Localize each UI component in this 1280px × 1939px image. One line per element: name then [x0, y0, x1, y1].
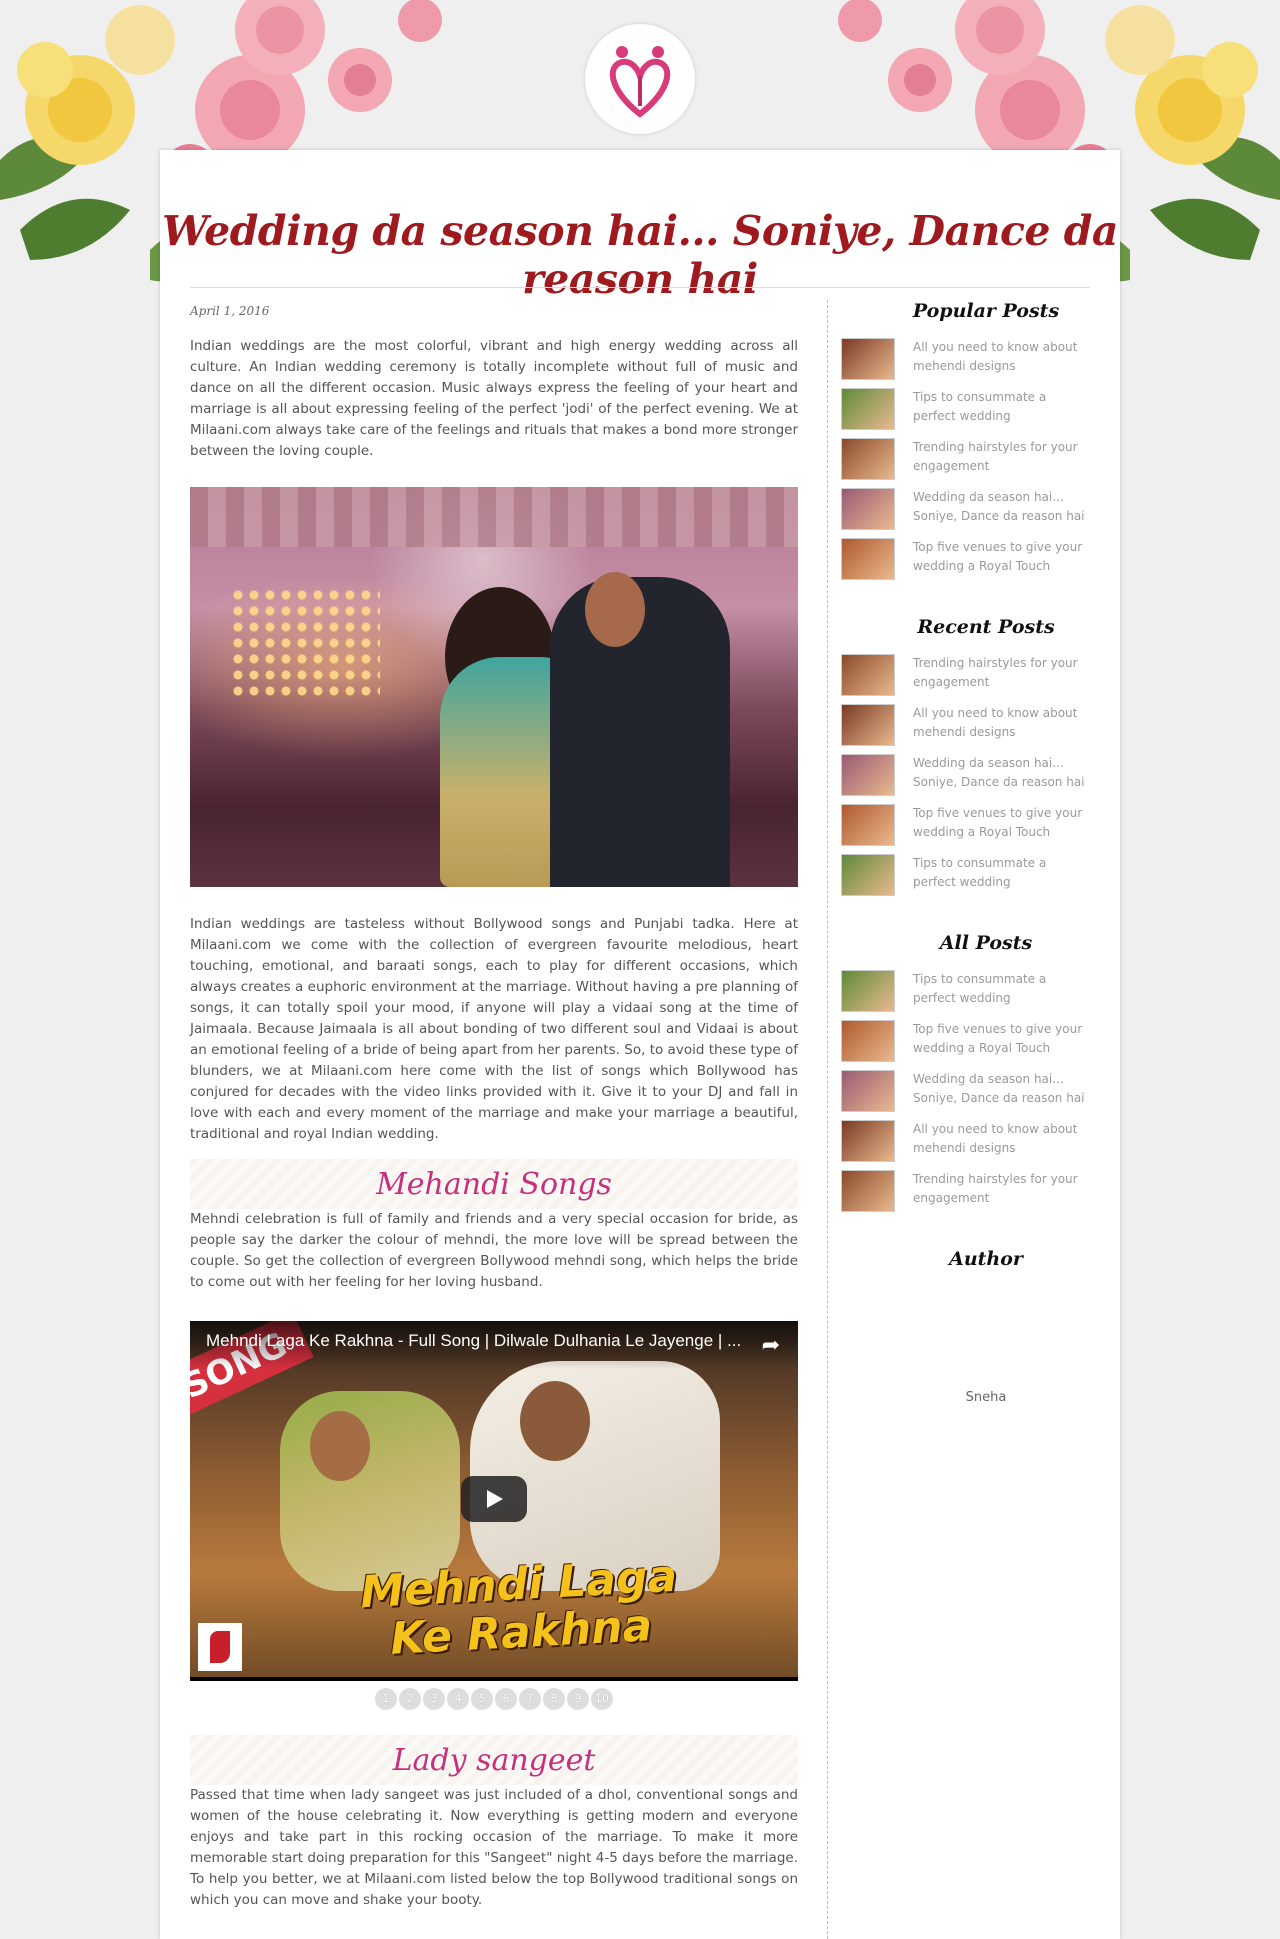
sidebar-post-item[interactable]: Top five venues to give your wedding a R… [841, 1020, 1091, 1070]
post-thumbnail[interactable] [841, 1020, 895, 1062]
video-title-link[interactable]: Mehndi Laga Ke Rakhna - Full Song | Dilw… [190, 1321, 798, 1369]
pager-page-5[interactable]: 5 [471, 1688, 493, 1710]
couple-dance-photo [190, 487, 798, 887]
pager-page-8[interactable]: 8 [543, 1688, 565, 1710]
author-name[interactable]: Sneha [881, 1390, 1091, 1405]
sidebar-post-link[interactable]: Tips to consummate a perfect wedding [913, 388, 1088, 426]
sidebar-post-link[interactable]: Trending hairstyles for your engagement [913, 438, 1088, 476]
pager-page-4[interactable]: 4 [447, 1688, 469, 1710]
intro-paragraph: Indian weddings are the most colorful, v… [190, 338, 798, 459]
pager-page-10[interactable]: 10 [591, 1688, 613, 1710]
sidebar-post-item[interactable]: Tips to consummate a perfect wedding [841, 388, 1091, 438]
popular-posts-widget: Popular Posts All you need to know about… [841, 300, 1091, 588]
pager-page-1[interactable]: 1 [375, 1688, 397, 1710]
sidebar-post-link[interactable]: Trending hairstyles for your engagement [913, 1170, 1088, 1208]
lady-sangeet-heading: Lady sangeet [392, 1743, 596, 1778]
sidebar-post-item[interactable]: Tips to consummate a perfect wedding [841, 854, 1091, 904]
all-posts-title: All Posts [939, 932, 1033, 954]
sidebar-post-link[interactable]: Top five venues to give your wedding a R… [913, 1020, 1088, 1058]
body-paragraph: Indian weddings are tasteless without Bo… [190, 916, 798, 1142]
sidebar-post-link[interactable]: Tips to consummate a perfect wedding [913, 970, 1088, 1008]
sidebar-post-item[interactable]: Wedding da season hai... Soniye, Dance d… [841, 488, 1091, 538]
title-divider [190, 287, 1090, 288]
yrf-logo-icon [198, 1623, 242, 1671]
pager-page-9[interactable]: 9 [567, 1688, 589, 1710]
sidebar-post-link[interactable]: Wedding da season hai... Soniye, Dance d… [913, 488, 1088, 526]
post-thumbnail[interactable] [841, 338, 895, 380]
post-content: April 1, 2016 Indian weddings are the mo… [190, 300, 798, 1911]
pager-page-7[interactable]: 7 [519, 1688, 541, 1710]
sidebar-post-link[interactable]: All you need to know about mehendi desig… [913, 1120, 1088, 1158]
post-thumbnail[interactable] [841, 488, 895, 530]
post-thumbnail[interactable] [841, 1120, 895, 1162]
sidebar-post-link[interactable]: Wedding da season hai... Soniye, Dance d… [913, 1070, 1088, 1108]
heart-couple-icon [609, 46, 671, 118]
sidebar-post-link[interactable]: Tips to consummate a perfect wedding [913, 854, 1088, 892]
recent-posts-title: Recent Posts [917, 616, 1055, 638]
sidebar-post-link[interactable]: Wedding da season hai... Soniye, Dance d… [913, 754, 1088, 792]
lady-sangeet-paragraph: Passed that time when lady sangeet was j… [190, 1787, 798, 1908]
post-thumbnail[interactable] [841, 1070, 895, 1112]
author-widget: Author Sneha [841, 1248, 1091, 1405]
post-thumbnail[interactable] [841, 854, 895, 896]
all-posts-widget: All Posts Tips to consummate a perfect w… [841, 932, 1091, 1220]
mehandi-heading-banner: Mehandi Songs [190, 1159, 798, 1209]
sidebar-post-item[interactable]: Trending hairstyles for your engagement [841, 1170, 1091, 1220]
post-card: Wedding da season hai... Soniye, Dance d… [160, 150, 1120, 1939]
sidebar-post-item[interactable]: Wedding da season hai... Soniye, Dance d… [841, 754, 1091, 804]
pager-page-2[interactable]: 2 [399, 1688, 421, 1710]
sidebar-post-item[interactable]: Tips to consummate a perfect wedding [841, 970, 1091, 1020]
recent-posts-widget: Recent Posts Trending hairstyles for you… [841, 616, 1091, 904]
mehandi-paragraph: Mehndi celebration is full of family and… [190, 1211, 798, 1290]
sidebar-post-item[interactable]: Trending hairstyles for your engagement [841, 654, 1091, 704]
post-title: Wedding da season hai... Soniye, Dance d… [161, 207, 1119, 304]
sidebar-post-item[interactable]: All you need to know about mehendi desig… [841, 1120, 1091, 1170]
mehandi-heading: Mehandi Songs [376, 1167, 612, 1202]
post-thumbnail[interactable] [841, 804, 895, 846]
sidebar-post-item[interactable]: Wedding da season hai... Soniye, Dance d… [841, 1070, 1091, 1120]
site-logo[interactable] [585, 24, 695, 134]
sidebar-post-link[interactable]: Trending hairstyles for your engagement [913, 654, 1088, 692]
author-title: Author [949, 1248, 1023, 1270]
play-icon[interactable] [461, 1476, 527, 1522]
sidebar-post-item[interactable]: All you need to know about mehendi desig… [841, 704, 1091, 754]
pager-page-3[interactable]: 3 [423, 1688, 445, 1710]
sidebar-post-link[interactable]: Top five venues to give your wedding a R… [913, 804, 1088, 842]
share-arrow-icon[interactable]: ➦ [762, 1333, 780, 1358]
post-thumbnail[interactable] [841, 438, 895, 480]
post-thumbnail[interactable] [841, 970, 895, 1012]
video-thumbnail-title: Mehndi Laga Ke Rakhna [359, 1550, 679, 1665]
sidebar: Popular Posts All you need to know about… [841, 300, 1091, 1433]
sidebar-post-item[interactable]: All you need to know about mehendi desig… [841, 338, 1091, 388]
post-thumbnail[interactable] [841, 754, 895, 796]
sidebar-post-link[interactable]: All you need to know about mehendi desig… [913, 338, 1088, 376]
sidebar-post-link[interactable]: Top five venues to give your wedding a R… [913, 538, 1088, 576]
sidebar-post-item[interactable]: Top five venues to give your wedding a R… [841, 804, 1091, 854]
post-thumbnail[interactable] [841, 1170, 895, 1212]
popular-posts-title: Popular Posts [912, 300, 1060, 322]
sidebar-post-link[interactable]: All you need to know about mehendi desig… [913, 704, 1088, 742]
post-thumbnail[interactable] [841, 538, 895, 580]
sidebar-post-item[interactable]: Trending hairstyles for your engagement [841, 438, 1091, 488]
post-thumbnail[interactable] [841, 654, 895, 696]
lady-sangeet-heading-banner: Lady sangeet [190, 1735, 798, 1785]
youtube-video-player[interactable]: SONG Mehndi Laga Ke Rakhna - Full Song |… [190, 1321, 798, 1681]
post-thumbnail[interactable] [841, 388, 895, 430]
post-date: April 1, 2016 [190, 304, 270, 318]
pager-page-6[interactable]: 6 [495, 1688, 517, 1710]
sidebar-post-item[interactable]: Top five venues to give your wedding a R… [841, 538, 1091, 588]
post-thumbnail[interactable] [841, 704, 895, 746]
video-pager: 1 2 3 4 5 6 7 8 9 10 [190, 1687, 798, 1710]
column-divider [827, 300, 828, 1939]
